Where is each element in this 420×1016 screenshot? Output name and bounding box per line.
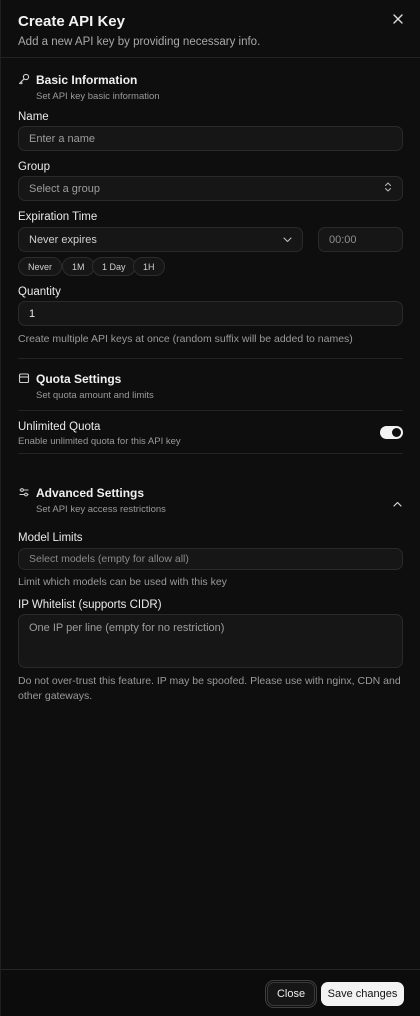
name-input-placeholder: Enter a name	[29, 132, 96, 145]
model-limits-help: Limit which models can be used with this…	[18, 576, 227, 588]
time-input[interactable]: 00:00	[318, 227, 403, 252]
expiration-select[interactable]: Never expires	[18, 227, 303, 252]
preset-chip-never[interactable]: Never	[18, 257, 63, 276]
expiration-value: Never expires	[29, 233, 97, 246]
model-limits-placeholder: Select models (empty for allow all)	[29, 553, 189, 565]
dialog-footer: Close Save changes	[1, 969, 420, 1016]
group-select[interactable]: Select a group	[18, 176, 403, 201]
section-title-basic: Basic Information	[36, 73, 138, 87]
ip-whitelist-help: Do not over-trust this feature. IP may b…	[18, 675, 401, 702]
quantity-value: 1	[29, 307, 36, 320]
quantity-input[interactable]: 1	[18, 301, 403, 326]
unlimited-quota-toggle[interactable]	[380, 426, 403, 439]
preset-chip-1h[interactable]: 1H	[133, 257, 165, 276]
wallet-icon	[18, 372, 36, 390]
ip-whitelist-placeholder: One IP per line (empty for no restrictio…	[29, 622, 225, 634]
ip-whitelist-textarea[interactable]: One IP per line (empty for no restrictio…	[18, 614, 403, 668]
section-title-quota: Quota Settings	[36, 372, 122, 386]
name-input[interactable]: Enter a name	[18, 126, 403, 151]
chevron-up-icon[interactable]	[393, 494, 402, 512]
create-api-key-dialog: Create API Key Add a new API key by prov…	[0, 0, 420, 1016]
basic-info-section-header: Basic Information Set API key basic info…	[18, 73, 160, 102]
dialog-header: Create API Key Add a new API key by prov…	[18, 13, 403, 48]
chevron-down-icon	[283, 234, 292, 246]
toggle-knob	[392, 428, 401, 437]
group-label: Group	[18, 161, 50, 173]
header-divider	[1, 57, 420, 58]
preset-chip-1day[interactable]: 1 Day	[92, 257, 136, 276]
group-select-placeholder: Select a group	[29, 182, 100, 195]
close-icon[interactable]	[389, 10, 407, 28]
ip-whitelist-label: IP Whitelist (supports CIDR)	[18, 599, 162, 611]
sliders-icon	[18, 486, 36, 504]
model-limits-select[interactable]: Select models (empty for allow all)	[18, 548, 403, 570]
name-label: Name	[18, 111, 49, 123]
unlimited-quota-desc: Enable unlimited quota for this API key	[18, 436, 181, 447]
section-divider	[18, 358, 403, 359]
preset-chip-1m[interactable]: 1M	[62, 257, 95, 276]
section-title-advanced: Advanced Settings	[36, 486, 145, 500]
expiration-label: Expiration Time	[18, 211, 98, 223]
model-limits-label: Model Limits	[18, 532, 83, 544]
section-divider	[18, 453, 403, 454]
section-divider	[18, 410, 403, 411]
advanced-section-header[interactable]: Advanced Settings Set API key access res…	[18, 486, 403, 515]
quantity-help: Create multiple API keys at once (random…	[18, 333, 353, 345]
save-changes-button[interactable]: Save changes	[321, 982, 404, 1006]
section-desc-basic: Set API key basic information	[36, 91, 160, 102]
unlimited-quota-label: Unlimited Quota	[18, 421, 101, 433]
quota-section-header: Quota Settings Set quota amount and limi…	[18, 372, 154, 401]
close-button[interactable]: Close	[267, 982, 315, 1006]
chevron-updown-icon	[384, 182, 392, 195]
quantity-label: Quantity	[18, 286, 61, 298]
section-desc-quota: Set quota amount and limits	[36, 390, 154, 401]
key-icon	[18, 73, 36, 91]
dialog-subtitle: Add a new API key by providing necessary…	[18, 36, 261, 48]
section-desc-advanced: Set API key access restrictions	[36, 504, 166, 515]
dialog-title: Create API Key	[18, 13, 125, 30]
time-value: 00:00	[329, 233, 357, 246]
